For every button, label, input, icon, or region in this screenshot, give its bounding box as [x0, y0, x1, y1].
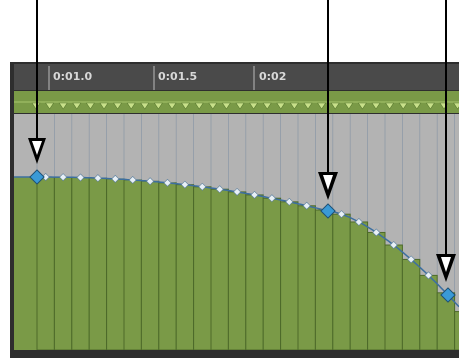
fill-bar	[280, 201, 299, 351]
fill-bar	[193, 186, 212, 351]
fill-bar	[314, 209, 334, 351]
fill-bar	[245, 194, 264, 351]
fill-bar	[349, 221, 369, 351]
ruler-label-1: 0:01.0	[53, 70, 93, 83]
fill-bar	[158, 182, 177, 351]
marker-strip[interactable]	[14, 91, 459, 113]
timeline-ruler[interactable]: 0:01.0 0:01.5 0:02	[14, 64, 459, 90]
ruler-label-3: 0:02	[259, 70, 286, 83]
fill-bar	[175, 184, 195, 351]
fill-bar	[88, 177, 108, 351]
fill-bar	[123, 179, 142, 351]
fill-bar	[36, 176, 55, 351]
fill-bar	[454, 311, 459, 351]
fill-bar	[71, 177, 90, 351]
fill-bar	[419, 274, 438, 351]
fill-bar	[436, 292, 456, 351]
fill-bar	[53, 176, 73, 351]
fill-bar	[262, 197, 282, 351]
fill-bar	[14, 177, 37, 350]
automation-editor-view: 0:01.0 0:01.5 0:02	[0, 0, 459, 358]
fill-bar	[140, 180, 160, 351]
fill-bar	[297, 205, 316, 351]
fill-bar	[227, 191, 247, 351]
automation-editor-canvas: 0:01.0 0:01.5 0:02	[10, 0, 459, 358]
fill-bar	[106, 178, 125, 351]
fill-bar	[210, 188, 229, 351]
fill-bar	[384, 244, 403, 351]
ruler-label-2: 0:01.5	[158, 70, 197, 83]
fill-bar	[332, 213, 351, 351]
fill-bar	[367, 231, 386, 351]
editor-bottom-edge	[14, 350, 459, 358]
fill-bar	[401, 258, 421, 351]
